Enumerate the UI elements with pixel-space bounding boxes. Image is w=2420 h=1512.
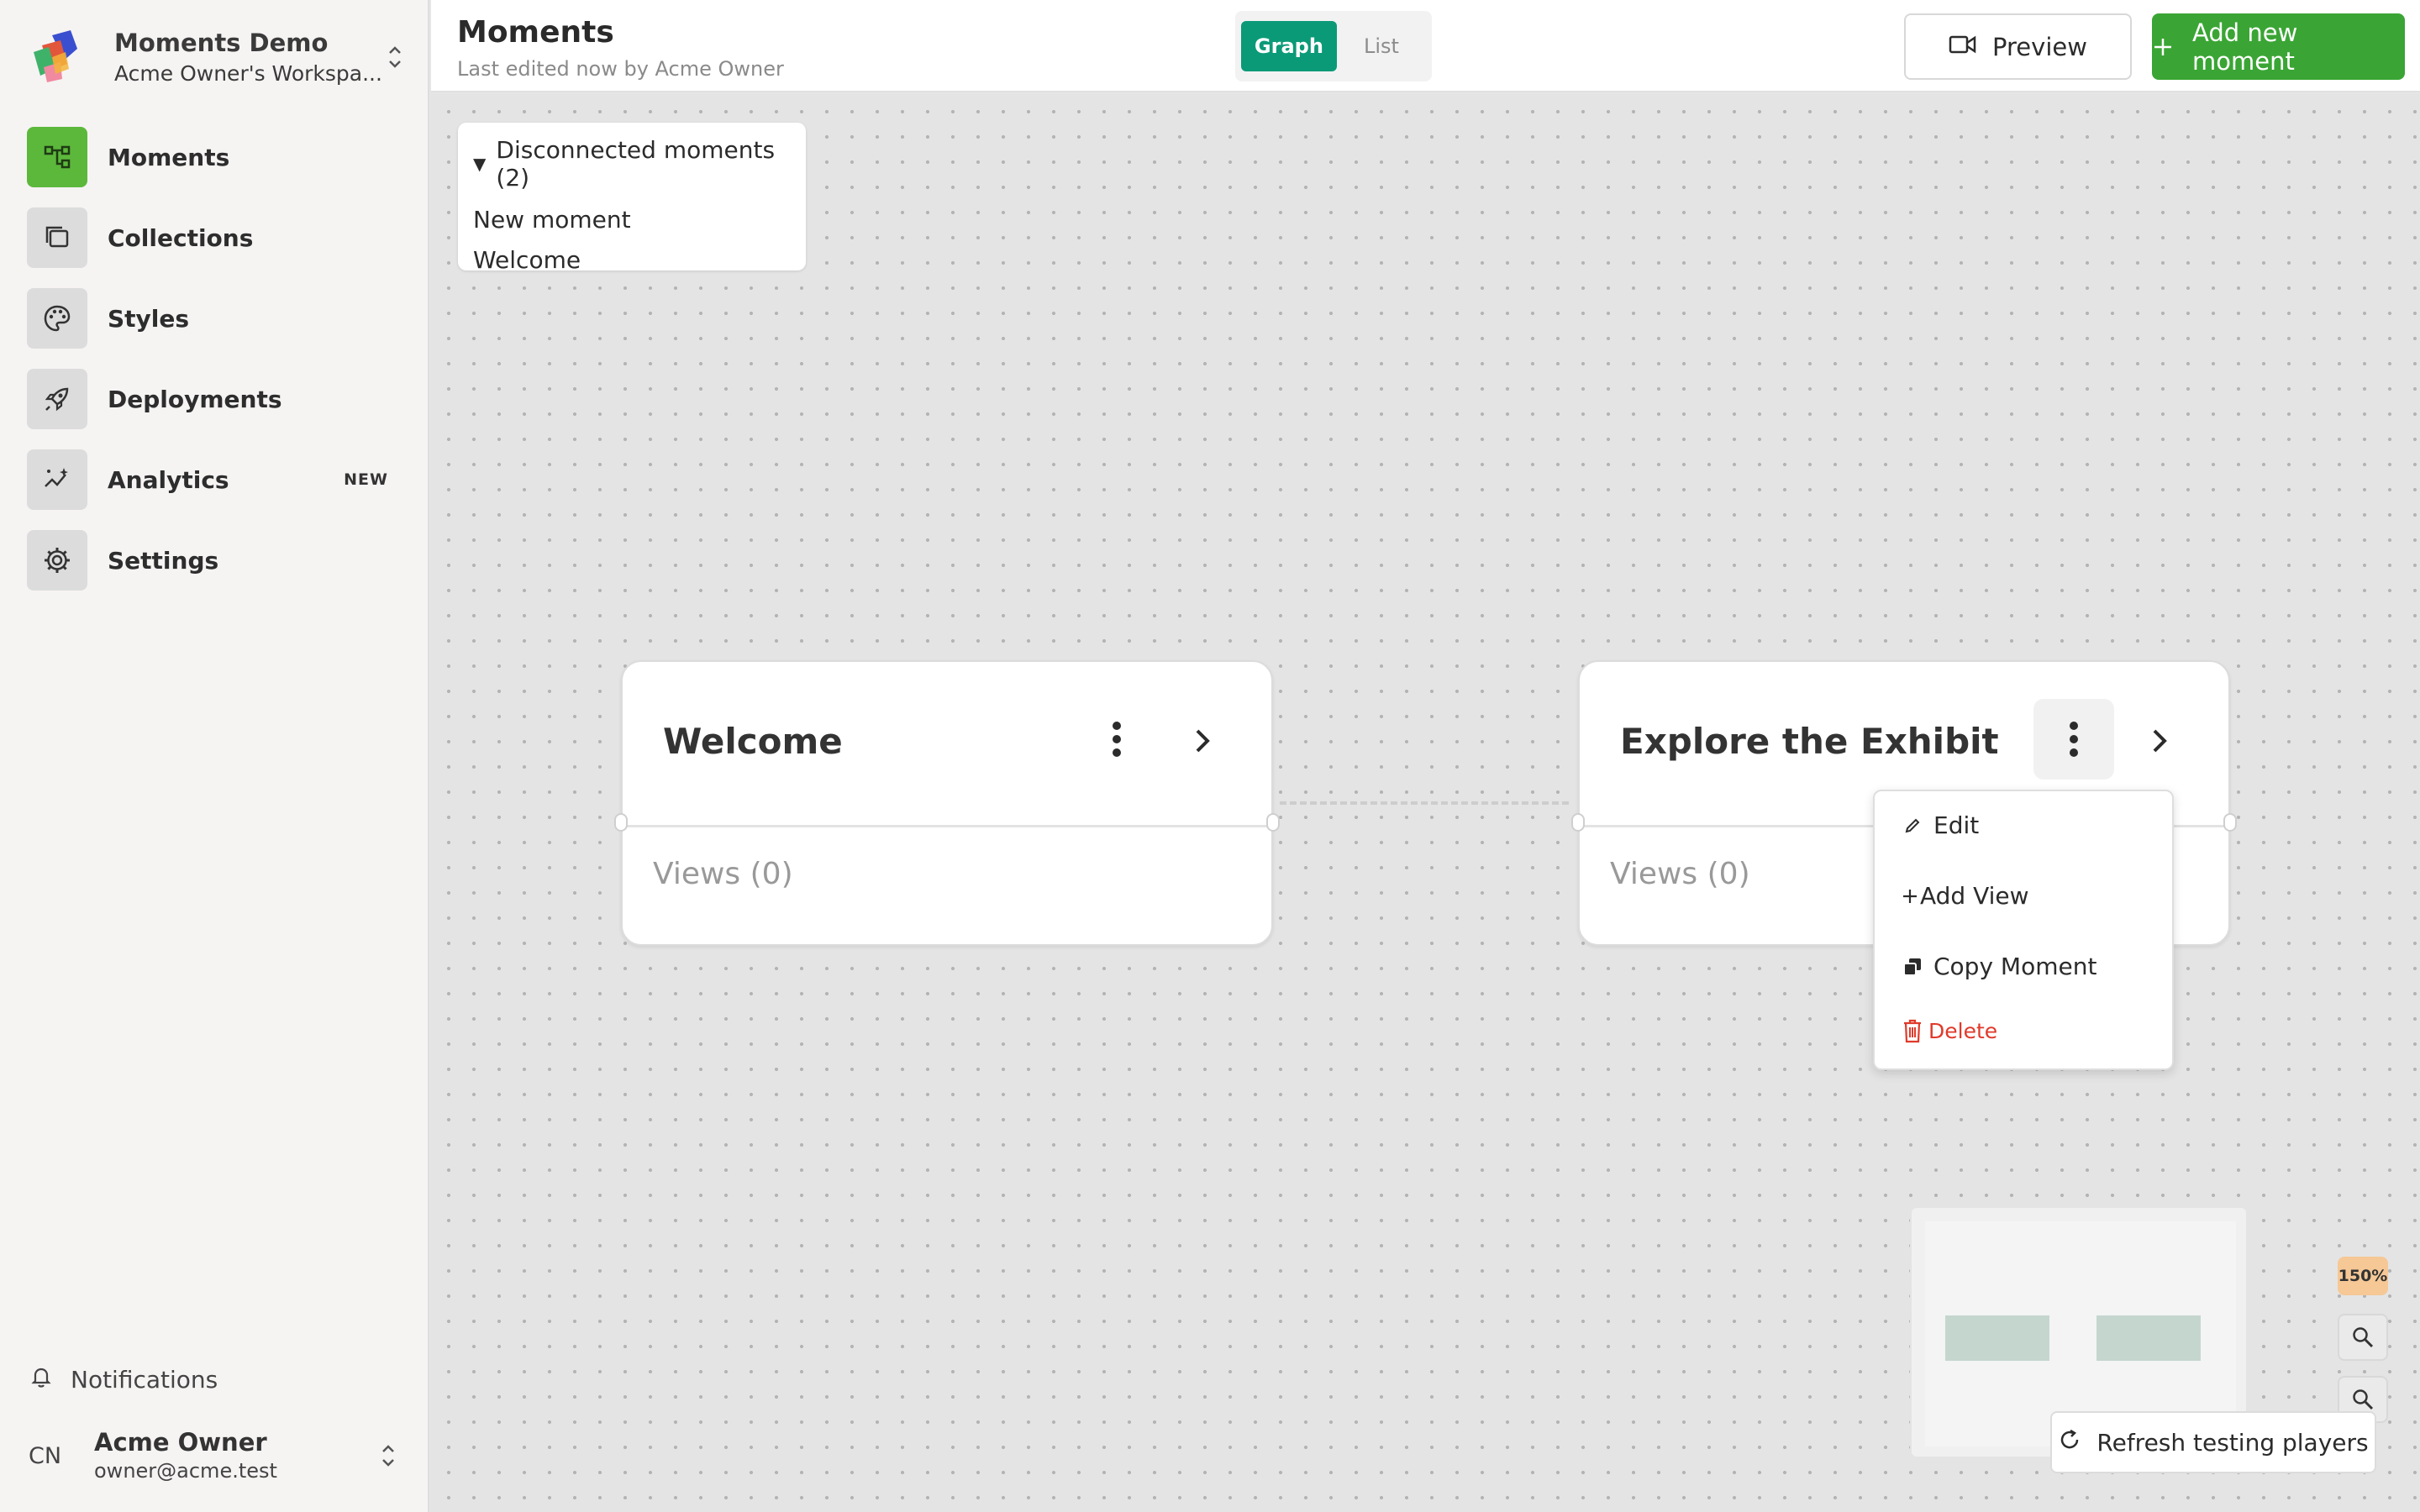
page-header: Moments Last edited now by Acme Owner Gr… bbox=[431, 0, 2420, 92]
refresh-icon bbox=[2058, 1428, 2081, 1457]
disconnected-moments-toggle[interactable]: ▼ Disconnected moments (2) bbox=[473, 136, 791, 192]
sidebar-item-label: Deployments bbox=[108, 385, 282, 413]
zoom-in-button[interactable] bbox=[2338, 1314, 2388, 1361]
gear-icon bbox=[27, 530, 87, 591]
workspace-switcher[interactable]: Moments Demo Acme Owner's Workspa... bbox=[27, 20, 405, 94]
moment-node-title: Welcome bbox=[663, 721, 843, 762]
graph-view-button[interactable]: Graph bbox=[1241, 21, 1337, 71]
sidebar-item-settings[interactable]: Settings bbox=[27, 530, 388, 591]
list-view-button[interactable]: List bbox=[1337, 21, 1426, 71]
triangle-down-icon: ▼ bbox=[473, 154, 487, 174]
refresh-testing-players-button[interactable]: Refresh testing players bbox=[2050, 1411, 2376, 1473]
input-port-handle[interactable] bbox=[614, 813, 628, 832]
node-divider bbox=[623, 825, 1271, 827]
add-view-label: Add View bbox=[1920, 882, 2029, 910]
sidebar-item-collections[interactable]: Collections bbox=[27, 207, 388, 268]
output-port-handle[interactable] bbox=[1266, 813, 1280, 832]
trash-icon bbox=[1902, 1018, 1923, 1043]
chevron-updown-icon bbox=[378, 1439, 398, 1473]
preview-button[interactable]: Preview bbox=[1904, 13, 2132, 80]
last-edited-text: Last edited now by Acme Owner bbox=[457, 57, 784, 81]
user-menu[interactable]: CN Acme Owner owner@acme.test bbox=[29, 1426, 398, 1485]
pencil-icon bbox=[1902, 817, 1923, 834]
disconnected-moment-item[interactable]: New moment bbox=[473, 200, 791, 240]
minimap-node bbox=[1945, 1315, 2049, 1361]
kebab-icon bbox=[1113, 722, 1121, 757]
zoom-out-icon bbox=[2353, 1389, 2374, 1410]
connection-edge bbox=[1280, 801, 1569, 805]
graph-icon bbox=[27, 127, 87, 187]
notifications-link[interactable]: Notifications bbox=[29, 1364, 218, 1395]
sidebar-item-label: Moments bbox=[108, 143, 230, 171]
chevron-right-icon[interactable] bbox=[1177, 716, 1228, 766]
delete-menu-item[interactable]: Delete bbox=[1902, 1018, 1997, 1043]
kebab-menu-button[interactable] bbox=[1076, 699, 1157, 780]
preview-label: Preview bbox=[1992, 32, 2087, 61]
copy-moment-menu-item[interactable]: Copy Moment bbox=[1902, 953, 2096, 980]
zoom-controls: 150% bbox=[2333, 1257, 2392, 1423]
sidebar-item-styles[interactable]: Styles bbox=[27, 288, 388, 349]
avatar: CN bbox=[29, 1442, 62, 1469]
view-toggle: Graph List bbox=[1235, 11, 1432, 81]
disconnected-moment-item[interactable]: Welcome bbox=[473, 240, 791, 281]
new-badge: NEW bbox=[344, 470, 388, 489]
copy-icon bbox=[1902, 957, 1923, 977]
disconnected-moments-title: Disconnected moments (2) bbox=[496, 136, 776, 192]
page-title: Moments bbox=[457, 15, 614, 50]
zoom-level: 150% bbox=[2338, 1257, 2388, 1295]
copy-moment-label: Copy Moment bbox=[1933, 953, 2097, 980]
add-new-moment-label: Add new moment bbox=[2192, 18, 2298, 76]
refresh-testing-players-label: Refresh testing players bbox=[2096, 1428, 2369, 1457]
workspace-subtitle: Acme Owner's Workspa... bbox=[114, 61, 382, 86]
kebab-menu-button[interactable] bbox=[2033, 699, 2114, 780]
output-port-handle[interactable] bbox=[2223, 813, 2237, 832]
palette-icon bbox=[27, 288, 87, 349]
chevron-right-icon[interactable] bbox=[2134, 716, 2185, 766]
sidebar-item-analytics[interactable]: Analytics NEW bbox=[27, 449, 388, 510]
views-count: Views (0) bbox=[1610, 857, 1750, 891]
sidebar-nav: Moments Collections Styles Deployments A… bbox=[27, 127, 388, 611]
graph-canvas[interactable]: ▼ Disconnected moments (2) New moment We… bbox=[431, 94, 2420, 1512]
moment-context-menu: Edit Add View Copy Moment Delete bbox=[1873, 790, 2174, 1070]
kebab-icon bbox=[2070, 722, 2078, 757]
disconnected-moments-panel: ▼ Disconnected moments (2) New moment We… bbox=[458, 123, 806, 274]
notifications-label: Notifications bbox=[71, 1366, 218, 1394]
sidebar-item-label: Settings bbox=[108, 546, 219, 575]
zoom-in-icon bbox=[2353, 1327, 2374, 1348]
sidebar-item-label: Styles bbox=[108, 304, 190, 333]
add-new-moment-button[interactable]: Add new moment bbox=[2152, 13, 2405, 80]
rocket-icon bbox=[27, 369, 87, 429]
sparkline-icon bbox=[27, 449, 87, 510]
minimap-node bbox=[2096, 1315, 2201, 1361]
views-count: Views (0) bbox=[653, 857, 793, 891]
bell-icon bbox=[29, 1364, 54, 1395]
sidebar-item-label: Analytics bbox=[108, 465, 229, 494]
workspace-logo bbox=[27, 27, 87, 87]
plus-icon bbox=[2152, 29, 2174, 66]
sidebar-item-moments[interactable]: Moments bbox=[27, 127, 388, 187]
delete-label: Delete bbox=[1928, 1018, 1998, 1043]
user-email: owner@acme.test bbox=[94, 1459, 277, 1483]
plus-icon bbox=[1902, 888, 1918, 905]
video-camera-icon bbox=[1949, 33, 1977, 61]
folders-icon bbox=[27, 207, 87, 268]
edit-menu-item[interactable]: Edit bbox=[1902, 811, 1979, 839]
sidebar-item-label: Collections bbox=[108, 223, 254, 252]
moment-node-title: Explore the Exhibit bbox=[1620, 721, 1999, 762]
chevron-updown-icon bbox=[385, 40, 405, 74]
input-port-handle[interactable] bbox=[1571, 813, 1585, 832]
user-name: Acme Owner bbox=[94, 1428, 267, 1457]
moment-node-welcome[interactable]: Welcome Views (0) bbox=[614, 660, 1280, 946]
edit-label: Edit bbox=[1933, 811, 1980, 839]
sidebar-item-deployments[interactable]: Deployments bbox=[27, 369, 388, 429]
add-view-menu-item[interactable]: Add View bbox=[1902, 882, 2029, 910]
workspace-name: Moments Demo bbox=[114, 29, 329, 57]
sidebar: Moments Demo Acme Owner's Workspa... Mom… bbox=[0, 0, 429, 1512]
